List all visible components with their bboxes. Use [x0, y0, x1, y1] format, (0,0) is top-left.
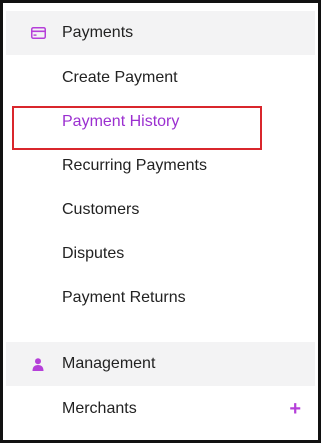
sidebar-menu: Payments Create Payment Payment History …: [0, 0, 321, 443]
menu-item-label: Merchants: [62, 400, 137, 417]
section-payments[interactable]: Payments: [6, 11, 315, 55]
menu-item-payment-returns[interactable]: Payment Returns: [6, 278, 315, 318]
user-icon: [30, 356, 46, 372]
section-management-label: Management: [62, 355, 156, 372]
menu-item-customers[interactable]: Customers: [6, 190, 315, 230]
menu-item-label: Create Payment: [62, 69, 178, 86]
section-management[interactable]: Management: [6, 342, 315, 386]
menu-item-merchants[interactable]: Merchants +: [6, 389, 315, 429]
card-icon: [30, 25, 46, 41]
section-payments-label: Payments: [62, 24, 134, 41]
menu-item-recurring-payments[interactable]: Recurring Payments: [6, 146, 315, 186]
plus-icon[interactable]: +: [289, 399, 301, 419]
menu-item-create-payment[interactable]: Create Payment: [6, 58, 315, 98]
menu-item-disputes[interactable]: Disputes: [6, 234, 315, 274]
menu-item-label: Disputes: [62, 245, 125, 262]
menu-item-label: Recurring Payments: [62, 157, 207, 174]
menu-item-label: Payment Returns: [62, 289, 186, 306]
menu-item-label: Payment History: [62, 113, 180, 130]
menu-item-label: Customers: [62, 201, 140, 218]
menu-item-payment-history[interactable]: Payment History: [6, 102, 315, 142]
